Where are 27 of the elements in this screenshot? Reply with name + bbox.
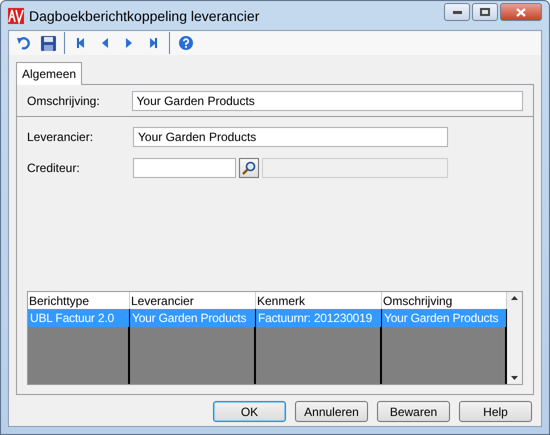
input-field[interactable]: Your Garden Products: [132, 90, 523, 110]
close-icon: [516, 8, 526, 16]
field-label: Crediteur:: [27, 160, 81, 174]
dialog-button[interactable]: OK: [213, 401, 286, 422]
field-label: Leverancier:: [27, 130, 94, 144]
maximize-button[interactable]: [472, 3, 498, 21]
scroll-up-icon[interactable]: [511, 296, 518, 300]
input-field[interactable]: [133, 158, 236, 178]
minimize-button[interactable]: [444, 3, 470, 21]
scrollbar[interactable]: [507, 292, 522, 384]
dialog-button[interactable]: Annuleren: [295, 401, 368, 422]
column-header[interactable]: Berichttype: [28, 292, 130, 309]
field-label: Omschrijving:: [27, 94, 101, 108]
dialog-button[interactable]: Bewaren: [377, 401, 450, 422]
dialog-button[interactable]: Help: [459, 401, 532, 422]
minimize-icon: [452, 10, 462, 14]
search-button[interactable]: [239, 158, 259, 178]
column-header[interactable]: Omschrijving: [382, 292, 507, 309]
tab[interactable]: Algemeen: [16, 62, 82, 85]
scroll-down-icon[interactable]: [511, 376, 518, 380]
close-button[interactable]: [500, 3, 542, 21]
maximize-icon: [480, 8, 490, 16]
column-header[interactable]: Leverancier: [130, 292, 256, 309]
app-logo-icon: [8, 8, 24, 24]
input-field[interactable]: Your Garden Products: [133, 126, 448, 146]
window-title: Dagboekberichtkoppeling leverancier: [29, 8, 260, 24]
column-header[interactable]: Kenmerk: [256, 292, 382, 309]
